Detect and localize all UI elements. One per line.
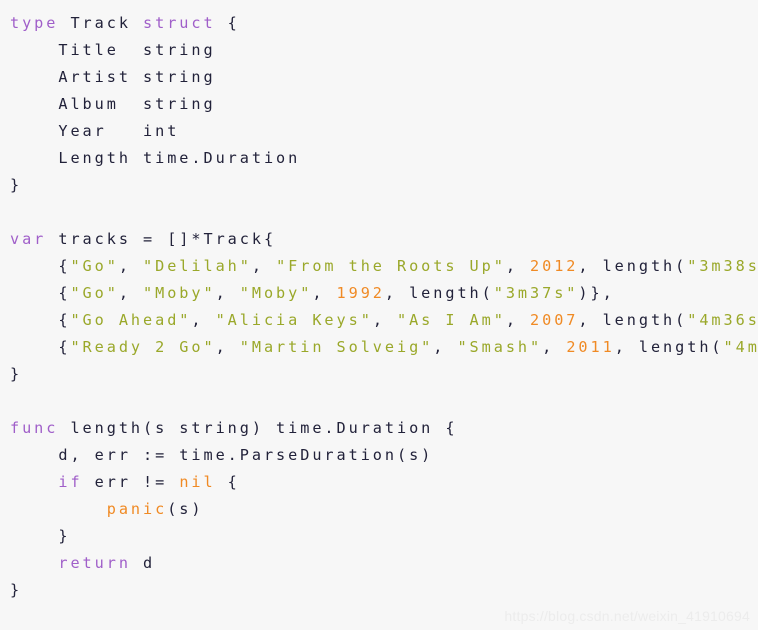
code-line: {"Go", "Moby", "Moby", 1992, length("3m3… — [10, 280, 758, 307]
code-token-pln: , — [215, 338, 240, 356]
code-token-kw: return — [58, 554, 131, 572]
code-token-kw: struct — [143, 14, 216, 32]
code-token-pln — [10, 554, 58, 572]
code-token-pln: , — [118, 257, 144, 275]
code-token-pln: Year int — [10, 122, 180, 140]
code-token-pln: Length time.Duration — [10, 149, 301, 167]
code-token-pln — [10, 473, 58, 491]
code-line: {"Go", "Delilah", "From the Roots Up", 2… — [10, 253, 758, 280]
code-token-kw: func — [10, 419, 59, 437]
code-token-pln: { — [10, 311, 71, 329]
code-token-pln: , — [372, 311, 397, 329]
code-token-str: "Ready 2 Go" — [70, 338, 216, 356]
code-line: } — [10, 523, 758, 550]
code-line: Title string — [10, 37, 758, 64]
code-line: Year int — [10, 118, 758, 145]
code-token-str: "3m37s" — [493, 284, 579, 302]
code-token-pln: } — [10, 365, 23, 383]
code-line: panic(s) — [10, 496, 758, 523]
code-token-str: "Smash" — [457, 338, 543, 356]
code-lines-container: type Track struct { Title string Artist … — [10, 10, 758, 604]
code-token-num: 2011 — [566, 338, 615, 356]
code-line: type Track struct { — [10, 10, 758, 37]
code-token-str: "Martin Solveig" — [239, 338, 434, 356]
code-token-pln: , — [505, 311, 531, 329]
code-token-pln: , length( — [384, 284, 494, 302]
code-token-kw: if — [58, 473, 83, 491]
code-block[interactable]: type Track struct { Title string Artist … — [0, 0, 758, 630]
code-line: d, err := time.ParseDuration(s) — [10, 442, 758, 469]
code-token-pln: , — [542, 338, 567, 356]
code-token-pln: (s) — [167, 500, 204, 518]
code-token-pln: Track — [58, 14, 144, 32]
code-line: } — [10, 361, 758, 388]
code-token-pln: tracks = []*Track{ — [46, 230, 277, 248]
code-token-str: "Go Ahead" — [70, 311, 192, 329]
code-token-pln: err != — [82, 473, 180, 491]
code-token-pln: { — [10, 257, 71, 275]
code-token-num: 1992 — [336, 284, 385, 302]
code-line: func length(s string) time.Duration { — [10, 415, 758, 442]
code-line: } — [10, 172, 758, 199]
code-token-str: "As I Am" — [397, 311, 506, 329]
code-token-pln: , — [251, 257, 277, 275]
code-token-pln: , — [215, 284, 240, 302]
code-line: Artist string — [10, 64, 758, 91]
code-token-str: "4m36s" — [687, 311, 758, 329]
code-token-bi: nil — [179, 473, 216, 491]
code-token-str: "3m38s" — [687, 257, 758, 275]
code-line: Album string — [10, 91, 758, 118]
code-token-pln: , length( — [578, 311, 688, 329]
code-line: {"Go Ahead", "Alicia Keys", "As I Am", 2… — [10, 307, 758, 334]
code-token-pln: Artist string — [10, 68, 216, 86]
code-token-str: "Moby" — [239, 284, 313, 302]
code-token-kw: type — [10, 14, 59, 32]
code-token-str: "Moby" — [143, 284, 216, 302]
code-token-str: "Alicia Keys" — [215, 311, 373, 329]
code-token-pln: , — [118, 284, 144, 302]
code-token-pln: { — [10, 284, 71, 302]
code-token-str: "From the Roots Up" — [276, 257, 506, 275]
code-token-str: "Go" — [70, 257, 119, 275]
code-token-pln: , — [312, 284, 337, 302]
code-token-pln: , — [505, 257, 531, 275]
code-token-pln — [10, 500, 107, 518]
code-token-num: 2012 — [530, 257, 579, 275]
code-token-kw: var — [10, 230, 47, 248]
code-token-pln: Album string — [10, 95, 216, 113]
code-token-pln: , — [433, 338, 458, 356]
code-token-pln: length(s string) time.Duration { — [58, 419, 458, 437]
code-token-pln: Title string — [10, 41, 216, 59]
code-line: {"Ready 2 Go", "Martin Solveig", "Smash"… — [10, 334, 758, 361]
code-token-pln: d — [130, 554, 156, 572]
code-token-pln: d, err := time.ParseDuration(s) — [10, 446, 434, 464]
code-token-bi: panic — [106, 500, 168, 518]
code-token-str: "4m24s" — [723, 338, 758, 356]
code-line: var tracks = []*Track{ — [10, 226, 758, 253]
code-token-str: "Go" — [70, 284, 119, 302]
code-token-pln: } — [10, 527, 71, 545]
code-token-pln: , — [191, 311, 216, 329]
code-token-pln: { — [215, 473, 240, 491]
code-token-num: 2007 — [530, 311, 579, 329]
code-token-str: "Delilah" — [143, 257, 252, 275]
code-line: } — [10, 577, 758, 604]
code-token-pln: } — [10, 581, 23, 599]
code-token-pln: { — [215, 14, 240, 32]
code-line: if err != nil { — [10, 469, 758, 496]
code-line: Length time.Duration — [10, 145, 758, 172]
code-token-pln: } — [10, 176, 23, 194]
code-token-pln: { — [10, 338, 71, 356]
code-token-pln: )}, — [578, 284, 615, 302]
code-token-pln: , length( — [578, 257, 688, 275]
code-token-pln: , length( — [614, 338, 724, 356]
code-line: return d — [10, 550, 758, 577]
watermark-text: https://blog.csdn.net/weixin_41910694 — [504, 608, 750, 624]
